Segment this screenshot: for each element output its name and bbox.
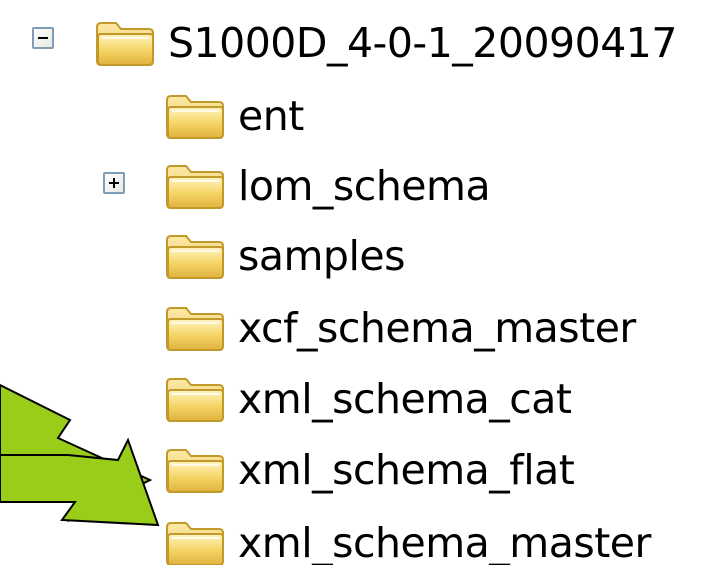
- folder-icon: [164, 162, 226, 210]
- tree-item-lom-schema[interactable]: lom_schema: [164, 156, 491, 216]
- tree-item-label: xcf_schema_master: [238, 303, 636, 352]
- folder-icon: [164, 519, 226, 565]
- expand-expander-icon[interactable]: [103, 172, 125, 194]
- minus-icon: [38, 37, 48, 39]
- tree-item-label: S1000D_4-0-1_20090417: [168, 18, 677, 67]
- tree-item-samples[interactable]: samples: [164, 226, 405, 286]
- tree-item-label: xml_schema_master: [238, 518, 651, 565]
- folder-icon: [164, 304, 226, 352]
- tree-item-root[interactable]: S1000D_4-0-1_20090417: [94, 13, 677, 73]
- tree-item-label: lom_schema: [238, 161, 491, 210]
- tree-item-xcf-schema-master[interactable]: xcf_schema_master: [164, 298, 636, 358]
- folder-tree: S1000D_4-0-1_20090417 ent lom_schema sam…: [0, 0, 708, 565]
- folder-icon: [164, 232, 226, 280]
- tree-item-xml-schema-cat[interactable]: xml_schema_cat: [164, 369, 572, 429]
- folder-icon: [164, 375, 226, 423]
- tree-item-label: xml_schema_cat: [238, 374, 572, 423]
- folder-icon: [164, 446, 226, 494]
- tree-item-ent[interactable]: ent: [164, 86, 304, 146]
- collapse-expander-icon[interactable]: [32, 27, 54, 49]
- folder-icon: [94, 19, 156, 67]
- folder-icon: [164, 92, 226, 140]
- tree-item-label: samples: [238, 231, 405, 280]
- tree-item-label: ent: [238, 91, 304, 140]
- tree-item-xml-schema-master[interactable]: xml_schema_master: [164, 513, 651, 565]
- tree-item-xml-schema-flat[interactable]: xml_schema_flat: [164, 440, 575, 500]
- tree-item-label: xml_schema_flat: [238, 445, 575, 494]
